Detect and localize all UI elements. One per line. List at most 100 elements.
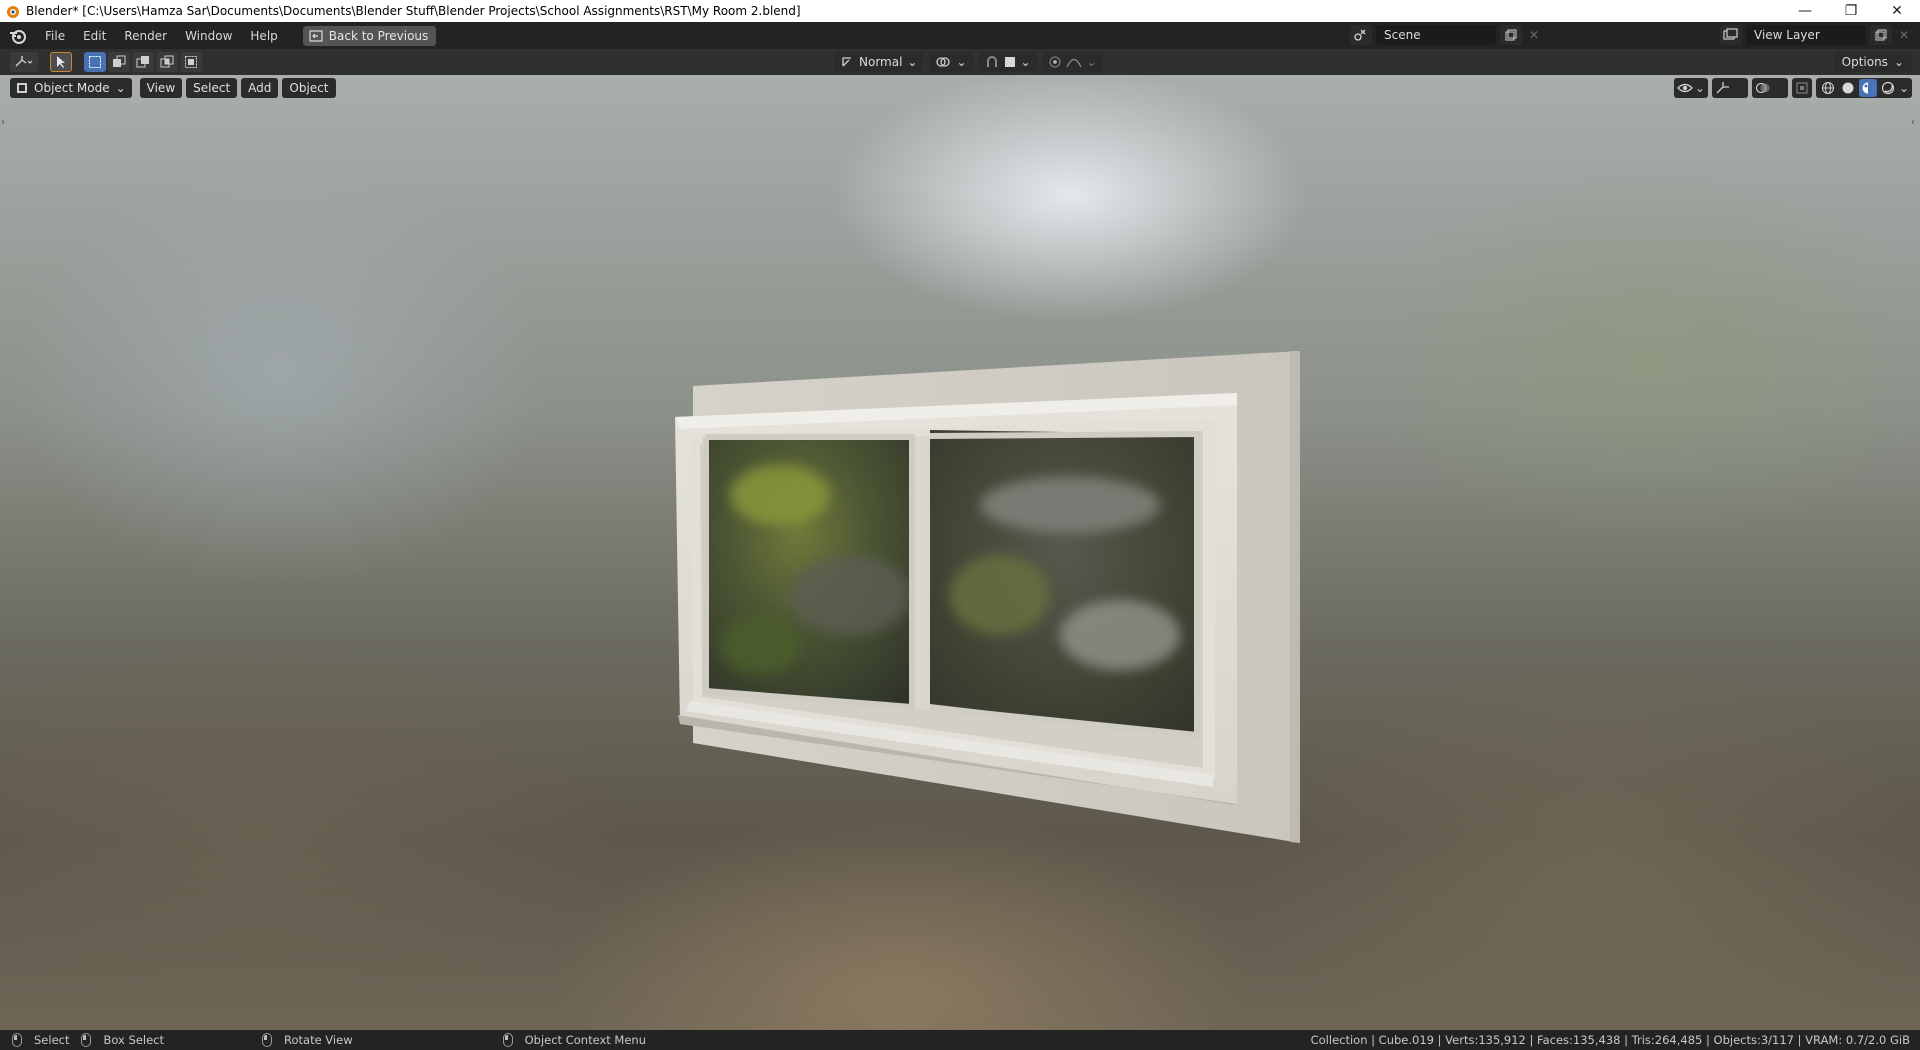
menu-help[interactable]: Help — [241, 25, 286, 47]
status-rotate-label: Rotate View — [284, 1033, 353, 1047]
select-mode-extend-button[interactable] — [108, 52, 130, 72]
minimize-button[interactable]: — — [1782, 0, 1828, 22]
new-view-layer-button[interactable] — [1870, 25, 1892, 45]
menu-render[interactable]: Render — [115, 25, 176, 47]
select-mode-intersect-button[interactable] — [180, 52, 202, 72]
status-select-label: Select — [34, 1033, 70, 1047]
object-mode-icon — [17, 83, 27, 93]
object-menu[interactable]: Object — [282, 78, 336, 98]
box-select-new-icon — [89, 56, 101, 68]
view-layer-name-field[interactable]: View Layer — [1746, 25, 1866, 45]
right-glass-pane — [930, 430, 1195, 735]
object-mode-dropdown[interactable]: Object Mode ⌄ — [10, 78, 132, 98]
select-menu[interactable]: Select — [186, 78, 238, 98]
rendered-shading-button[interactable] — [1879, 79, 1897, 97]
view-layer-browse-button[interactable] — [1720, 25, 1742, 45]
status-rotate-hint: Rotate View — [262, 1033, 353, 1047]
visibility-dropdown[interactable]: ⌄ — [1673, 78, 1708, 98]
editor-type-button[interactable] — [10, 52, 38, 72]
transform-orientation-dropdown[interactable]: Normal ⌄ — [834, 52, 924, 72]
view-layer-selector: View Layer ✕ — [1720, 25, 1912, 45]
material-preview-shading-button[interactable] — [1858, 79, 1877, 97]
shading-mode-group: ⌄ — [1815, 78, 1912, 98]
orientation-icon — [842, 57, 851, 67]
overlays-dropdown-icon[interactable] — [1773, 79, 1785, 97]
window-title-bar: Blender* [C:\Users\Hamza Sar\Documents\D… — [0, 0, 1920, 22]
xray-icon — [1796, 82, 1808, 94]
scene-browse-button[interactable] — [1350, 25, 1372, 45]
blender-logo-icon[interactable] — [8, 26, 28, 46]
mouse-middle-icon — [262, 1033, 272, 1047]
tool-header: Normal ⌄ ⌄ ⌄ ⌄ Options ⌄ — [0, 49, 1920, 75]
status-context-menu-label: Object Context Menu — [524, 1033, 646, 1047]
active-tool-button[interactable] — [50, 52, 72, 72]
overlays-toggle[interactable] — [1751, 78, 1788, 98]
select-mode-new-button[interactable] — [84, 52, 106, 72]
scene-icon — [1354, 29, 1366, 41]
menu-edit[interactable]: Edit — [74, 25, 115, 47]
magnet-icon — [986, 56, 997, 67]
eye-icon — [1676, 83, 1693, 93]
status-bar: Select Box Select Rotate View Object Con… — [0, 1030, 1920, 1050]
proportional-dot-icon — [1049, 56, 1061, 68]
viewport-header: Object Mode ⌄ View Select Add Object ⌄ ⌄ — [0, 75, 1920, 101]
scene-selector: Scene ✕ — [1350, 25, 1542, 45]
select-mode-subtract-button[interactable] — [132, 52, 154, 72]
box-select-subtract-icon — [136, 56, 149, 68]
box-select-intersect-icon — [185, 56, 197, 68]
3d-viewport[interactable]: Object Mode ⌄ View Select Add Object ⌄ ⌄… — [0, 75, 1920, 1030]
options-dropdown[interactable]: Options ⌄ — [1833, 52, 1912, 72]
pivot-point-dropdown[interactable]: ⌄ — [929, 52, 973, 72]
gizmo-icon — [1716, 82, 1729, 94]
duplicate-icon — [1505, 29, 1517, 41]
toolbar-expand-arrow-icon[interactable]: › — [1, 117, 9, 129]
menu-window[interactable]: Window — [176, 25, 241, 47]
scene-name-field[interactable]: Scene — [1376, 25, 1496, 45]
cursor-select-icon — [57, 56, 65, 68]
wireframe-shading-button[interactable] — [1819, 79, 1837, 97]
falloff-curve-icon — [1066, 58, 1082, 68]
pivot-point-icon — [936, 57, 951, 67]
status-context-menu-hint: Object Context Menu — [502, 1033, 646, 1047]
shading-options-chevron-icon[interactable]: ⌄ — [1899, 81, 1909, 95]
blender-app-icon — [7, 6, 19, 18]
proportional-editing-toggle[interactable]: ⌄ — [1042, 52, 1103, 72]
rendered-sphere-icon — [1881, 81, 1895, 95]
3d-viewport-icon — [15, 56, 33, 67]
select-mode-difference-button[interactable] — [156, 52, 178, 72]
object-mode-label: Object Mode — [34, 81, 110, 95]
left-glass-pane — [706, 438, 912, 707]
delete-scene-icon[interactable]: ✕ — [1526, 25, 1542, 45]
chevron-down-icon: ⌄ — [1020, 55, 1031, 69]
options-label: Options — [1841, 55, 1888, 69]
menu-file[interactable]: File — [36, 25, 74, 47]
new-scene-button[interactable] — [1500, 25, 1522, 45]
orientation-value: Normal — [859, 55, 903, 69]
chevron-down-icon: ⌄ — [1086, 55, 1097, 69]
box-select-extend-icon — [113, 55, 126, 67]
sidebar-expand-arrow-icon[interactable]: ‹ — [1911, 117, 1919, 129]
xray-toggle[interactable] — [1791, 78, 1812, 98]
close-button[interactable]: ✕ — [1874, 0, 1920, 22]
chevron-down-icon: ⌄ — [1694, 81, 1705, 95]
window-model — [675, 351, 1300, 843]
mouse-right-icon — [502, 1033, 513, 1047]
mouse-left-icon — [12, 1033, 22, 1047]
snap-toggle[interactable]: ⌄ — [978, 52, 1037, 72]
add-menu[interactable]: Add — [241, 78, 279, 98]
window-title: Blender* [C:\Users\Hamza Sar\Documents\D… — [26, 4, 801, 18]
back-to-previous-button[interactable]: Back to Previous — [302, 25, 437, 46]
mouse-drag-icon — [81, 1033, 92, 1047]
chevron-down-icon: ⌄ — [115, 81, 126, 95]
view-menu[interactable]: View — [139, 78, 183, 98]
view-layer-icon — [1723, 28, 1738, 40]
top-menu-bar: File Edit Render Window Help Back to Pre… — [0, 22, 1920, 49]
gizmo-dropdown-icon[interactable] — [1733, 79, 1745, 97]
back-screen-icon — [309, 29, 323, 42]
delete-view-layer-icon[interactable]: ✕ — [1896, 25, 1912, 45]
status-box-select-hint: Box Select — [81, 1033, 164, 1047]
restore-button[interactable]: ❐ — [1828, 0, 1874, 22]
solid-shading-button[interactable] — [1839, 79, 1857, 97]
gizmo-toggle[interactable] — [1711, 78, 1748, 98]
back-to-previous-label: Back to Previous — [328, 28, 429, 43]
